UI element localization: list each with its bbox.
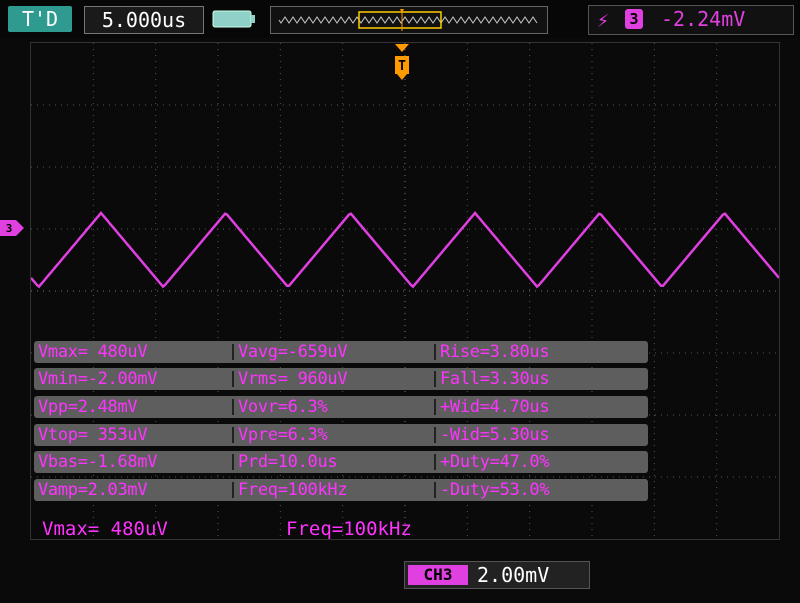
measurement-fall: Fall=3.30us bbox=[440, 369, 550, 389]
timebase-readout[interactable]: 5.000us bbox=[84, 6, 204, 34]
quick-readout-freq: Freq=100kHz bbox=[286, 518, 412, 540]
rising-edge-icon: ⚡ bbox=[597, 8, 610, 32]
trigger-channel-badge: 3 bbox=[625, 9, 643, 29]
trigger-status[interactable]: ⚡ 3 -2.24mV bbox=[588, 5, 794, 35]
channel-name: CH3 bbox=[408, 565, 468, 585]
measurement-pos-width: +Wid=4.70us bbox=[440, 397, 550, 417]
memory-waveform-icon bbox=[278, 9, 538, 31]
measurement-rise: Rise=3.80us bbox=[440, 342, 550, 362]
trigger-level: -2.24mV bbox=[661, 7, 746, 31]
measurement-pos-duty: +Duty=47.0% bbox=[440, 452, 550, 472]
measurement-freq: Freq=100kHz bbox=[238, 480, 348, 500]
measurement-vmax: Vmax= 480uV bbox=[38, 342, 148, 362]
channel-volts-per-div: 2.00mV bbox=[477, 563, 550, 587]
quick-readout-vmax: Vmax= 480uV bbox=[42, 518, 168, 540]
measurement-row: Vtop= 353uV Vpre=6.3% -Wid=5.30us bbox=[34, 424, 648, 446]
measurement-vovr: Vovr=6.3% bbox=[238, 397, 328, 417]
channel-marker-label: 3 bbox=[6, 222, 13, 235]
run-state-indicator[interactable]: T'D bbox=[8, 6, 72, 32]
measurement-row: Vbas=-1.68mV Prd=10.0us +Duty=47.0% bbox=[34, 451, 648, 473]
measurement-vrms: Vrms= 960uV bbox=[238, 369, 348, 389]
memory-position-bar[interactable] bbox=[270, 6, 548, 34]
measurement-vamp: Vamp=2.03mV bbox=[38, 480, 148, 500]
battery-icon bbox=[212, 10, 255, 28]
trigger-position-marker[interactable]: T bbox=[393, 44, 411, 84]
waveform-trace bbox=[31, 211, 779, 289]
measurement-row: Vmin=-2.00mV Vrms= 960uV Fall=3.30us bbox=[34, 368, 648, 390]
measurement-vmin: Vmin=-2.00mV bbox=[38, 369, 158, 389]
measurement-vpp: Vpp=2.48mV bbox=[38, 397, 138, 417]
status-bar: T'D 5.000us ⚡ 3 -2.24mV bbox=[0, 0, 800, 38]
measurement-vpre: Vpre=6.3% bbox=[238, 425, 328, 445]
measurement-neg-width: -Wid=5.30us bbox=[440, 425, 550, 445]
oscilloscope-display: T'D 5.000us ⚡ 3 -2.24mV T 3 Vmax= 480uV … bbox=[0, 0, 800, 603]
measurement-neg-duty: -Duty=53.0% bbox=[440, 480, 550, 500]
measurement-row: Vamp=2.03mV Freq=100kHz -Duty=53.0% bbox=[34, 479, 648, 501]
measurement-vbas: Vbas=-1.68mV bbox=[38, 452, 158, 472]
measurement-vavg: Vavg=-659uV bbox=[238, 342, 348, 362]
channel-scale-badge[interactable]: CH3 2.00mV bbox=[404, 561, 590, 589]
measurement-row: Vmax= 480uV Vavg=-659uV Rise=3.80us bbox=[34, 341, 648, 363]
trigger-marker-label: T bbox=[398, 59, 406, 74]
measurement-row: Vpp=2.48mV Vovr=6.3% +Wid=4.70us bbox=[34, 396, 648, 418]
measurement-period: Prd=10.0us bbox=[238, 452, 338, 472]
channel-ground-marker[interactable]: 3 bbox=[0, 220, 24, 236]
measurement-vtop: Vtop= 353uV bbox=[38, 425, 148, 445]
